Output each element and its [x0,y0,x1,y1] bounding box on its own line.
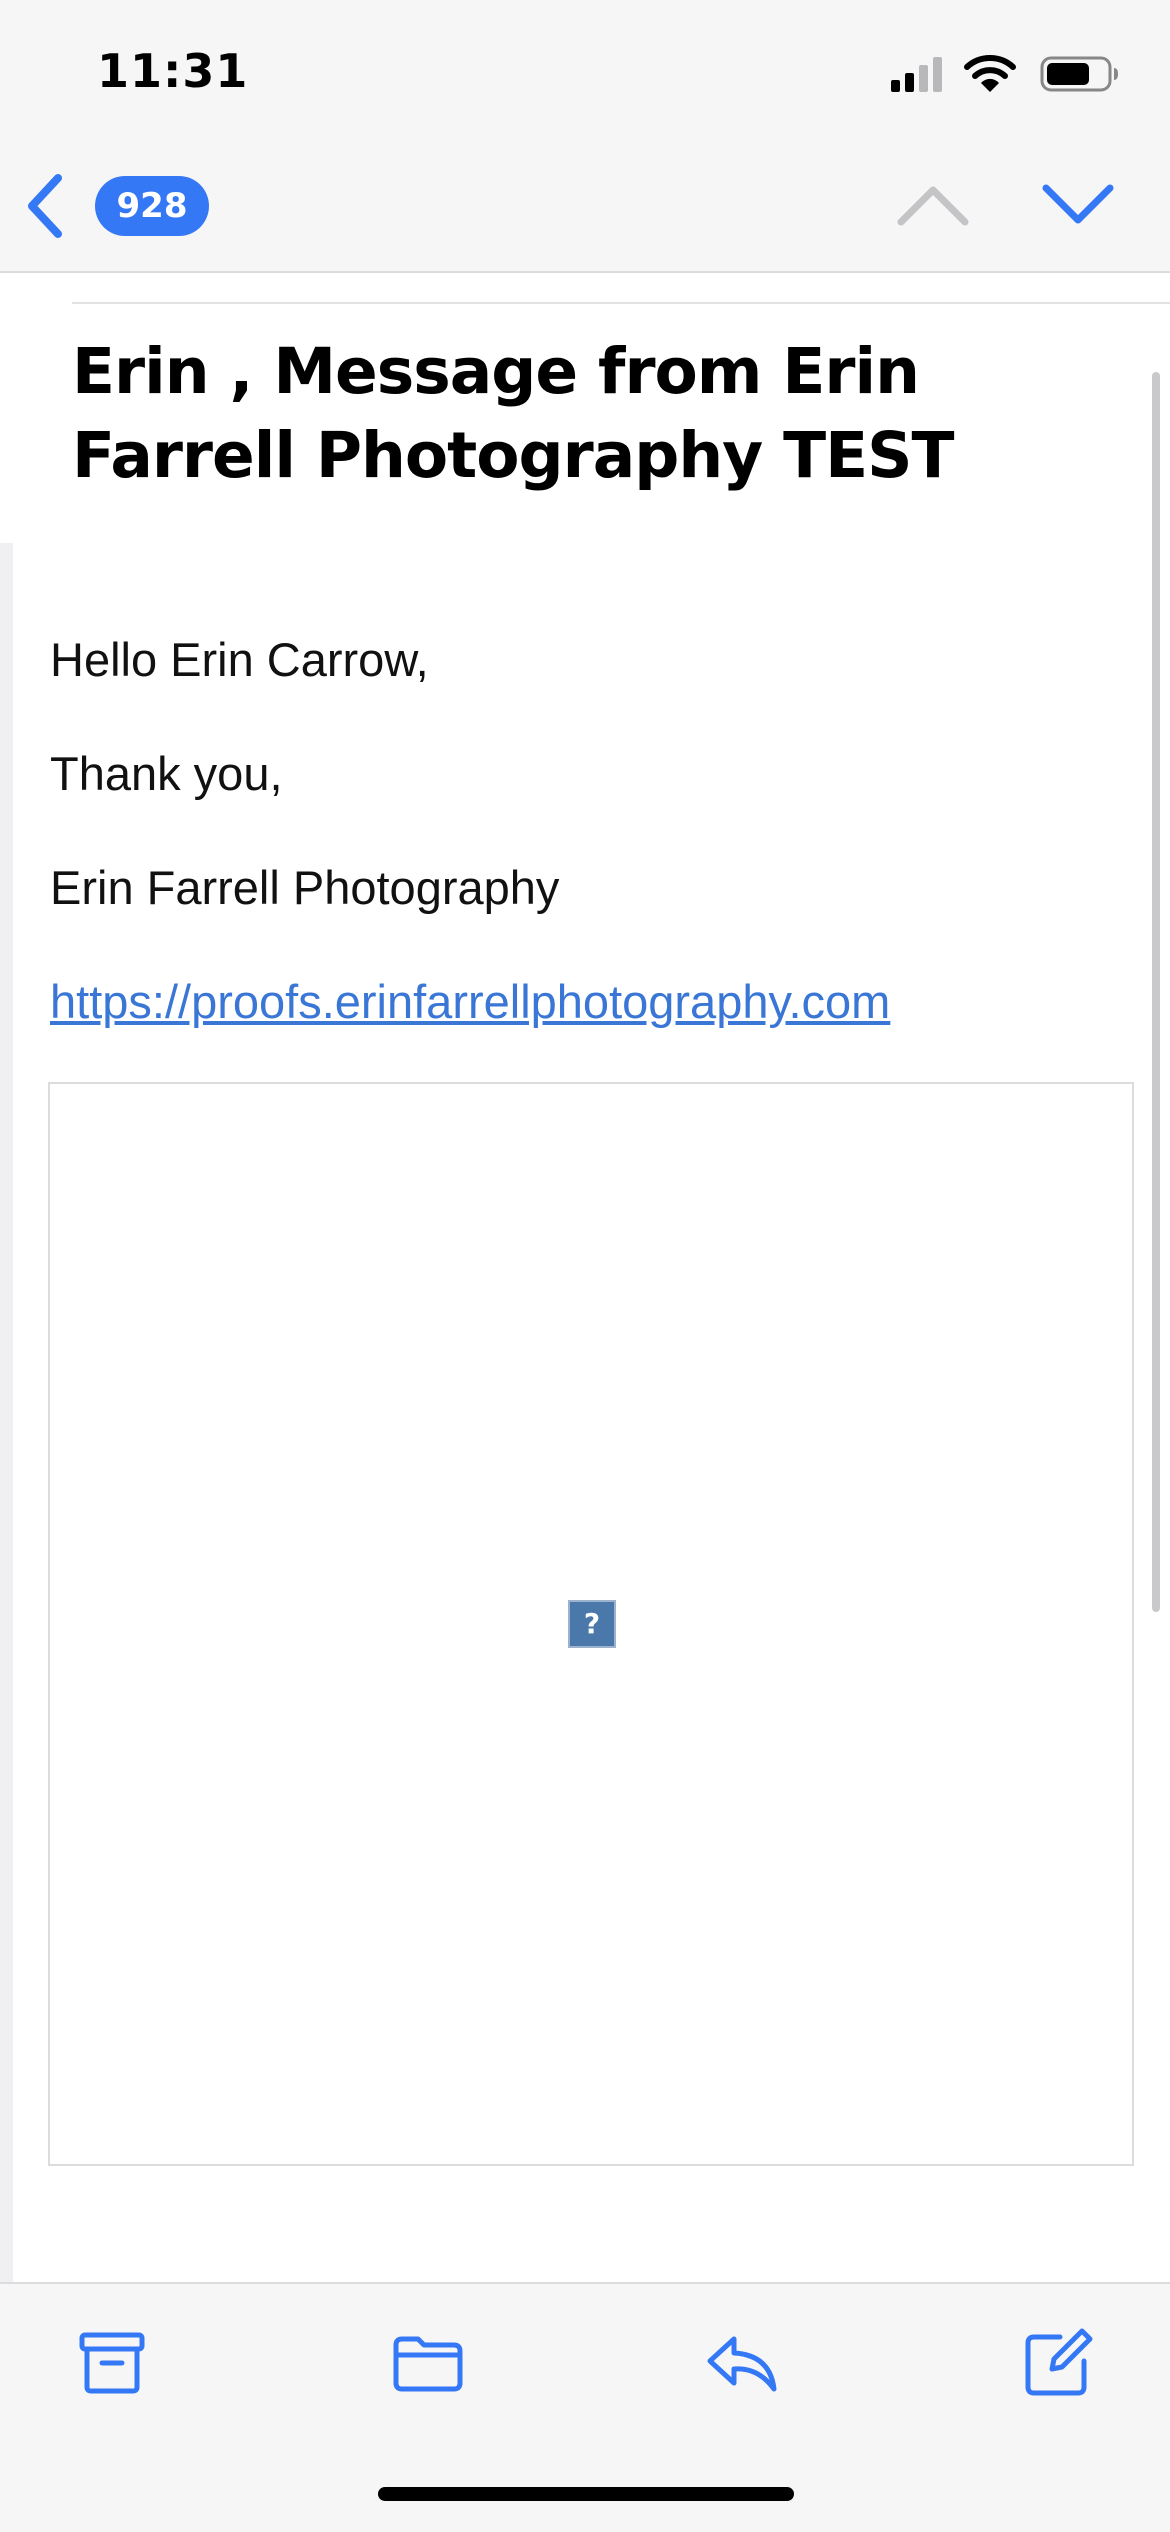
message-subject: Erin , Message from Erin Farrell Photogr… [72,335,955,492]
chevron-up-icon[interactable] [895,178,971,230]
message-thanks: Thank you, [50,747,283,800]
battery-icon [1040,56,1118,92]
compose-icon [1025,2328,1093,2396]
cellular-signal-icon [891,56,942,92]
wifi-icon [964,55,1016,92]
archive-button[interactable] [74,2325,150,2401]
status-time: 11:31 [97,44,249,98]
message-signature: Erin Farrell Photography [50,861,560,914]
folder-icon [393,2336,463,2392]
content-left-rail [0,543,13,2283]
scrollbar[interactable] [1152,372,1160,1612]
archive-icon [79,2332,145,2394]
unread-count-badge[interactable]: 928 [95,176,209,236]
mail-message-screen: 11:31 928 Erin , Message from Erin Farre… [0,0,1170,2532]
broken-image-glyph: ? [583,1607,601,1640]
chevron-down-icon[interactable] [1040,178,1116,230]
broken-image-icon: ? [568,1600,616,1648]
message-greeting: Hello Erin Carrow, [50,633,429,686]
reply-icon [707,2336,777,2392]
proofs-link[interactable]: https://proofs.erinfarrellphotography.co… [50,974,890,1029]
move-to-folder-button[interactable] [390,2325,466,2401]
header-divider [72,302,1170,304]
status-icons [891,52,1120,96]
top-bar: 11:31 928 [0,0,1170,273]
compose-button[interactable] [1020,2325,1096,2401]
home-indicator[interactable] [378,2487,794,2501]
reply-button[interactable] [704,2325,780,2401]
chevron-left-icon[interactable] [20,168,70,244]
